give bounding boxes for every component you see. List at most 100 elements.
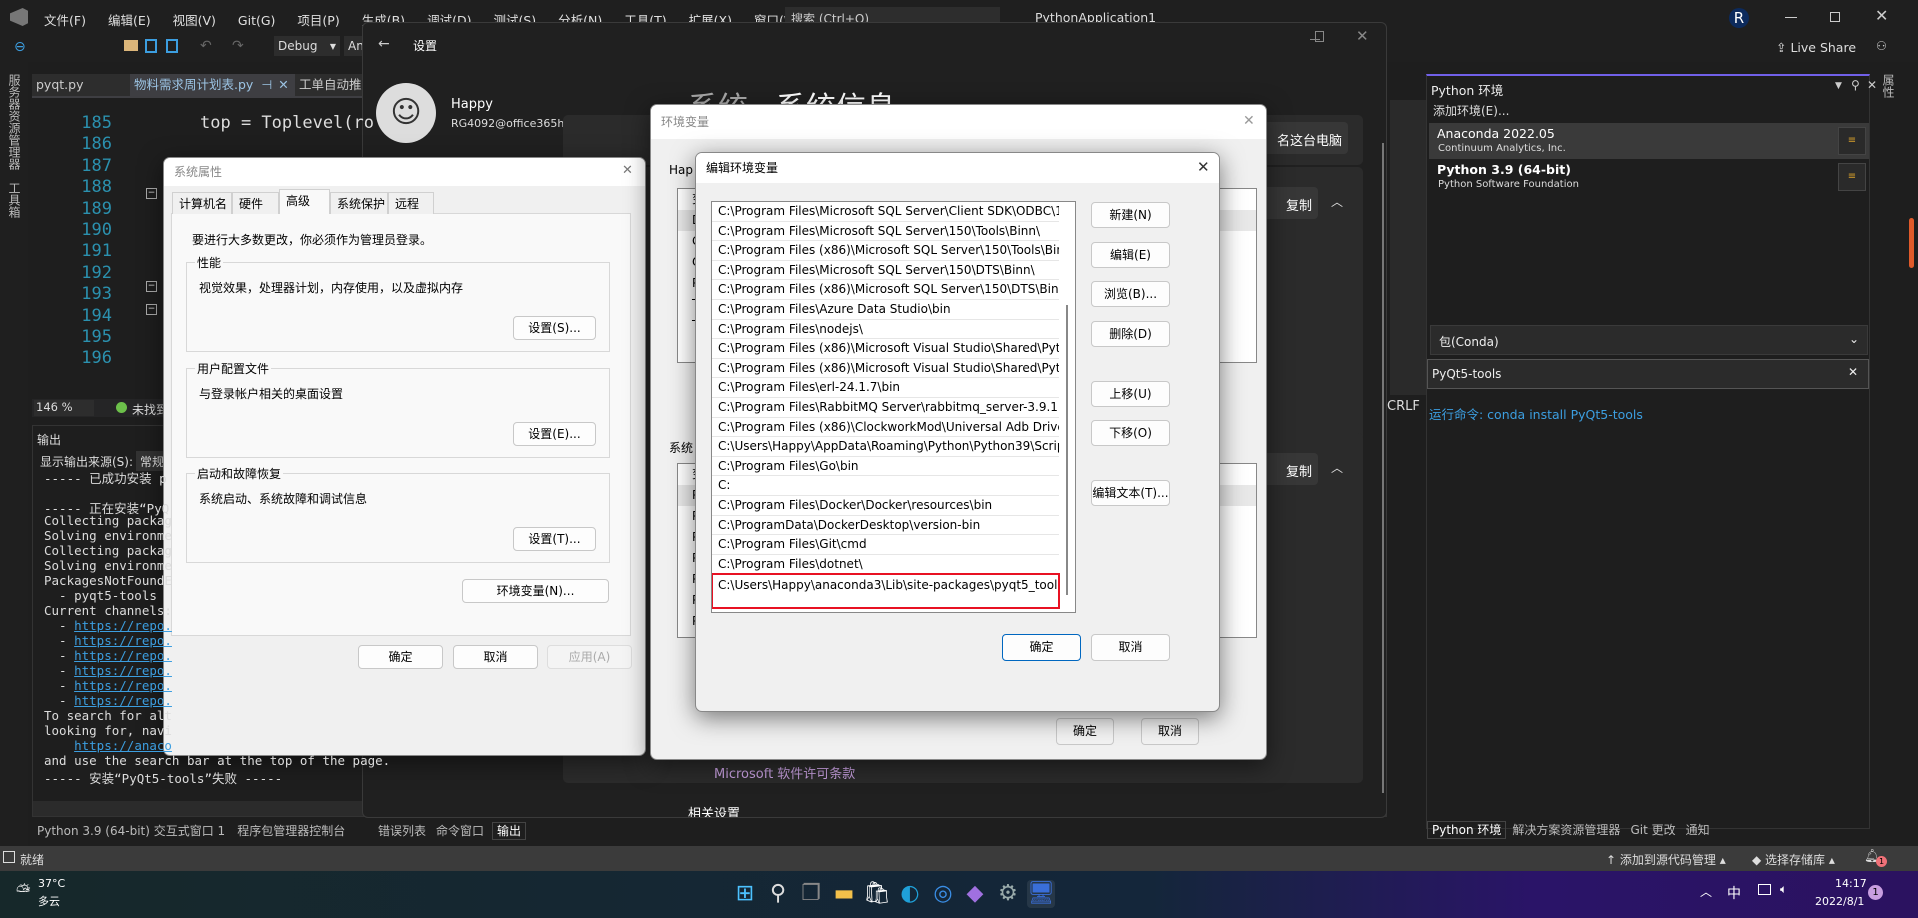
tab-git-changes[interactable]: Git 更改 (1630, 823, 1675, 837)
task-view-icon[interactable]: ❐ (797, 880, 825, 908)
open-folder-icon[interactable] (124, 40, 138, 51)
tab-0[interactable]: 计算机名 (172, 192, 232, 214)
back-nav-icon[interactable]: ⊖ (14, 39, 26, 55)
edit-action-button[interactable]: 删除(D) (1091, 321, 1170, 347)
feedback-icon[interactable]: ⚇ (1876, 39, 1887, 53)
environment-console-icon[interactable]: ≡ (1838, 127, 1866, 155)
store-icon[interactable]: 🛍︎ (863, 880, 891, 908)
add-to-source-control-button[interactable]: ↑ 添加到源代码管理 ▴ (1606, 851, 1726, 868)
side-tab-toolbox[interactable]: 工具箱 (6, 182, 23, 218)
edge-icon[interactable]: ◐ (896, 880, 924, 908)
ok-button[interactable]: 确定 (1002, 634, 1081, 661)
file-explorer-icon[interactable]: ▬ (830, 880, 858, 908)
tab-notifications[interactable]: 通知 (1686, 823, 1710, 837)
volume-icon[interactable]: 🔈︎ (1780, 882, 1787, 897)
select-repo-button[interactable]: ◆ 选择存储库 ▴ (1752, 851, 1835, 868)
panel-dropdown-icon[interactable]: ▼ (1835, 81, 1842, 91)
output-link[interactable]: https://anaco (74, 738, 172, 753)
path-row[interactable]: C:\Program Files\Azure Data Studio\bin (712, 300, 1059, 320)
tab-python-interactive[interactable]: Python 3.9 (64-bit) 交互式窗口 1 (37, 824, 225, 838)
fold-toggle-icon[interactable]: − (146, 281, 157, 292)
ime-indicator[interactable]: 中 (1727, 883, 1741, 903)
output-link[interactable]: https://repo. (74, 678, 172, 693)
output-link[interactable]: https://repo. (74, 648, 172, 663)
path-row[interactable]: C:\Program Files (x86)\ClockworkMod\Univ… (712, 418, 1059, 438)
anaconda-icon[interactable]: ◎ (929, 880, 957, 908)
settings-icon[interactable]: ⚙ (994, 880, 1022, 908)
add-environment-link[interactable]: 添加环境(E)... (1433, 102, 1509, 119)
start-icon[interactable]: ⊞ (731, 880, 759, 908)
live-share-button[interactable]: ⇪ Live Share (1776, 40, 1856, 55)
tab-package-manager-console[interactable]: 程序包管理器控制台 (237, 824, 345, 838)
packages-combo[interactable]: 包(Conda) ⌄ (1430, 325, 1868, 355)
group-settings-button[interactable]: 设置(T)... (513, 527, 596, 551)
tab-4[interactable]: 远程 (388, 192, 434, 214)
tab-document[interactable]: pyqt.py (32, 74, 130, 96)
close-icon[interactable]: ✕ (1356, 27, 1369, 45)
group-settings-button[interactable]: 设置(S)... (513, 316, 596, 340)
path-row[interactable]: C:\Program Files\Microsoft SQL Server\15… (712, 222, 1059, 242)
path-row[interactable]: C:\Program Files\Docker\Docker\resources… (712, 496, 1059, 516)
path-row[interactable]: C:\Program Files (x86)\Microsoft Visual … (712, 359, 1059, 379)
cancel-button[interactable]: 取消 (1141, 718, 1199, 745)
close-icon[interactable]: ✕ (622, 163, 633, 178)
path-row[interactable]: C:\Program Files (x86)\Microsoft SQL Ser… (712, 280, 1059, 300)
environment-item[interactable]: Anaconda 2022.05 Continuum Analytics, Inc… (1429, 123, 1869, 159)
output-link[interactable]: https://repo. (74, 618, 172, 633)
fold-toggle-icon[interactable]: − (146, 304, 157, 315)
path-row[interactable]: C:\Program Files\Microsoft SQL Server\Cl… (712, 202, 1059, 222)
weather-desc[interactable]: 多云 (38, 893, 60, 909)
path-row[interactable]: C:\Program Files\Microsoft SQL Server\15… (712, 261, 1059, 281)
clock-time[interactable]: 14:17 (1835, 877, 1867, 890)
notification-badge[interactable]: 1 (1868, 885, 1883, 900)
network-icon[interactable] (1758, 884, 1771, 895)
menu-item[interactable]: 文件(F) (44, 13, 86, 28)
close-icon[interactable]: ✕ (1243, 113, 1255, 129)
system-properties-icon[interactable]: 🖥︎ (1027, 880, 1055, 908)
tab-error-list[interactable]: 错误列表 (378, 824, 426, 838)
output-link[interactable]: https://repo. (74, 663, 172, 678)
path-row[interactable]: C:\Program Files\nodejs\ (712, 320, 1059, 340)
back-arrow-icon[interactable]: ← (378, 36, 390, 52)
avatar[interactable]: R (1729, 8, 1749, 28)
undo-icon[interactable]: ↶ (200, 38, 212, 54)
tab-document[interactable]: 物料需求周计划表.py ⊣ ✕ (130, 74, 295, 96)
tab-2[interactable]: 高级 (279, 189, 330, 214)
pin-icon[interactable]: ⊣ (261, 77, 272, 92)
menu-item[interactable]: 编辑(E) (108, 13, 151, 28)
chevron-up-icon[interactable]: ︿ (1331, 193, 1343, 210)
clear-icon[interactable]: ✕ (1848, 365, 1858, 379)
group-settings-button[interactable]: 设置(E)... (513, 421, 596, 446)
close-icon[interactable]: ✕ (1867, 78, 1877, 92)
apply-button[interactable]: 应用(A) (547, 645, 632, 669)
environment-console-icon[interactable]: ≡ (1838, 163, 1866, 191)
save-all-icon[interactable] (166, 39, 178, 53)
cancel-button[interactable]: 取消 (453, 645, 538, 669)
edit-action-button[interactable]: 编辑(E) (1091, 242, 1170, 268)
maximize-icon[interactable] (1315, 31, 1324, 42)
clock-date[interactable]: 2022/8/1 (1815, 895, 1864, 908)
save-icon[interactable] (145, 39, 157, 53)
weather-icon[interactable]: ⛅︎ (16, 881, 30, 902)
path-row[interactable]: C:\Program Files\erl-24.1.7\bin (712, 378, 1059, 398)
tab-1[interactable]: 硬件 (232, 192, 279, 214)
path-row[interactable]: C:\Users\Happy\AppData\Roaming\Python\Py… (712, 437, 1059, 457)
minimap[interactable] (1390, 100, 1426, 395)
package-search-input[interactable]: PyQt5-tools ✕ (1427, 359, 1869, 389)
path-row[interactable]: C:\Users\Happy\anaconda3\Lib\site-packag… (712, 573, 1060, 610)
config-select[interactable]: Debug ▼ (274, 36, 340, 56)
path-row[interactable]: C:\Program Files\Go\bin (712, 457, 1059, 477)
scrollbar[interactable] (1382, 143, 1384, 793)
menu-item[interactable]: Git(G) (238, 13, 276, 28)
redo-icon[interactable]: ↷ (232, 38, 244, 54)
weather-temp[interactable]: 37°C (38, 877, 65, 890)
output-link[interactable]: https://repo. (74, 693, 172, 708)
close-icon[interactable]: ✕ (1875, 6, 1888, 25)
line-ending-indicator[interactable]: CRLF (1387, 399, 1420, 414)
edit-action-button[interactable]: 下移(O) (1091, 420, 1170, 446)
tab-command-window[interactable]: 命令窗口 (436, 824, 484, 838)
menu-item[interactable]: 视图(V) (173, 13, 216, 28)
restore-icon[interactable] (1830, 12, 1840, 22)
right-side-tab-properties[interactable]: 属性 (1880, 74, 1897, 98)
path-list[interactable]: C:\Program Files\Microsoft SQL Server\Cl… (711, 201, 1076, 613)
